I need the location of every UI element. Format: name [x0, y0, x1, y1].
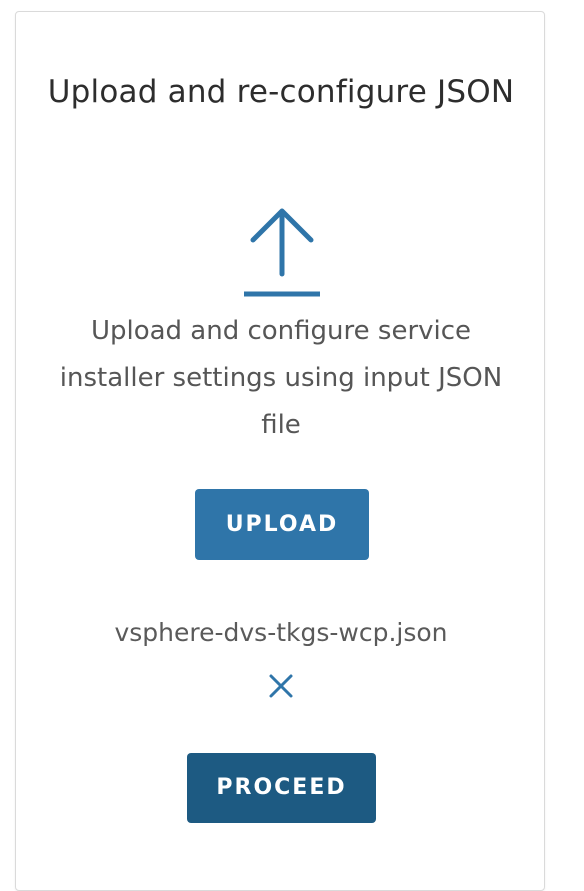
upload-arrow-icon: [242, 206, 322, 302]
upload-card: Upload and re-configure JSON Upload and …: [15, 11, 545, 891]
proceed-button[interactable]: PROCEED: [187, 753, 376, 823]
remove-file-icon[interactable]: [267, 672, 295, 700]
card-description: Upload and configure service installer s…: [59, 316, 503, 440]
upload-button[interactable]: UPLOAD: [195, 489, 369, 560]
selected-file-name: vsphere-dvs-tkgs-wcp.json: [114, 618, 448, 647]
card-title: Upload and re-configure JSON: [47, 74, 515, 110]
